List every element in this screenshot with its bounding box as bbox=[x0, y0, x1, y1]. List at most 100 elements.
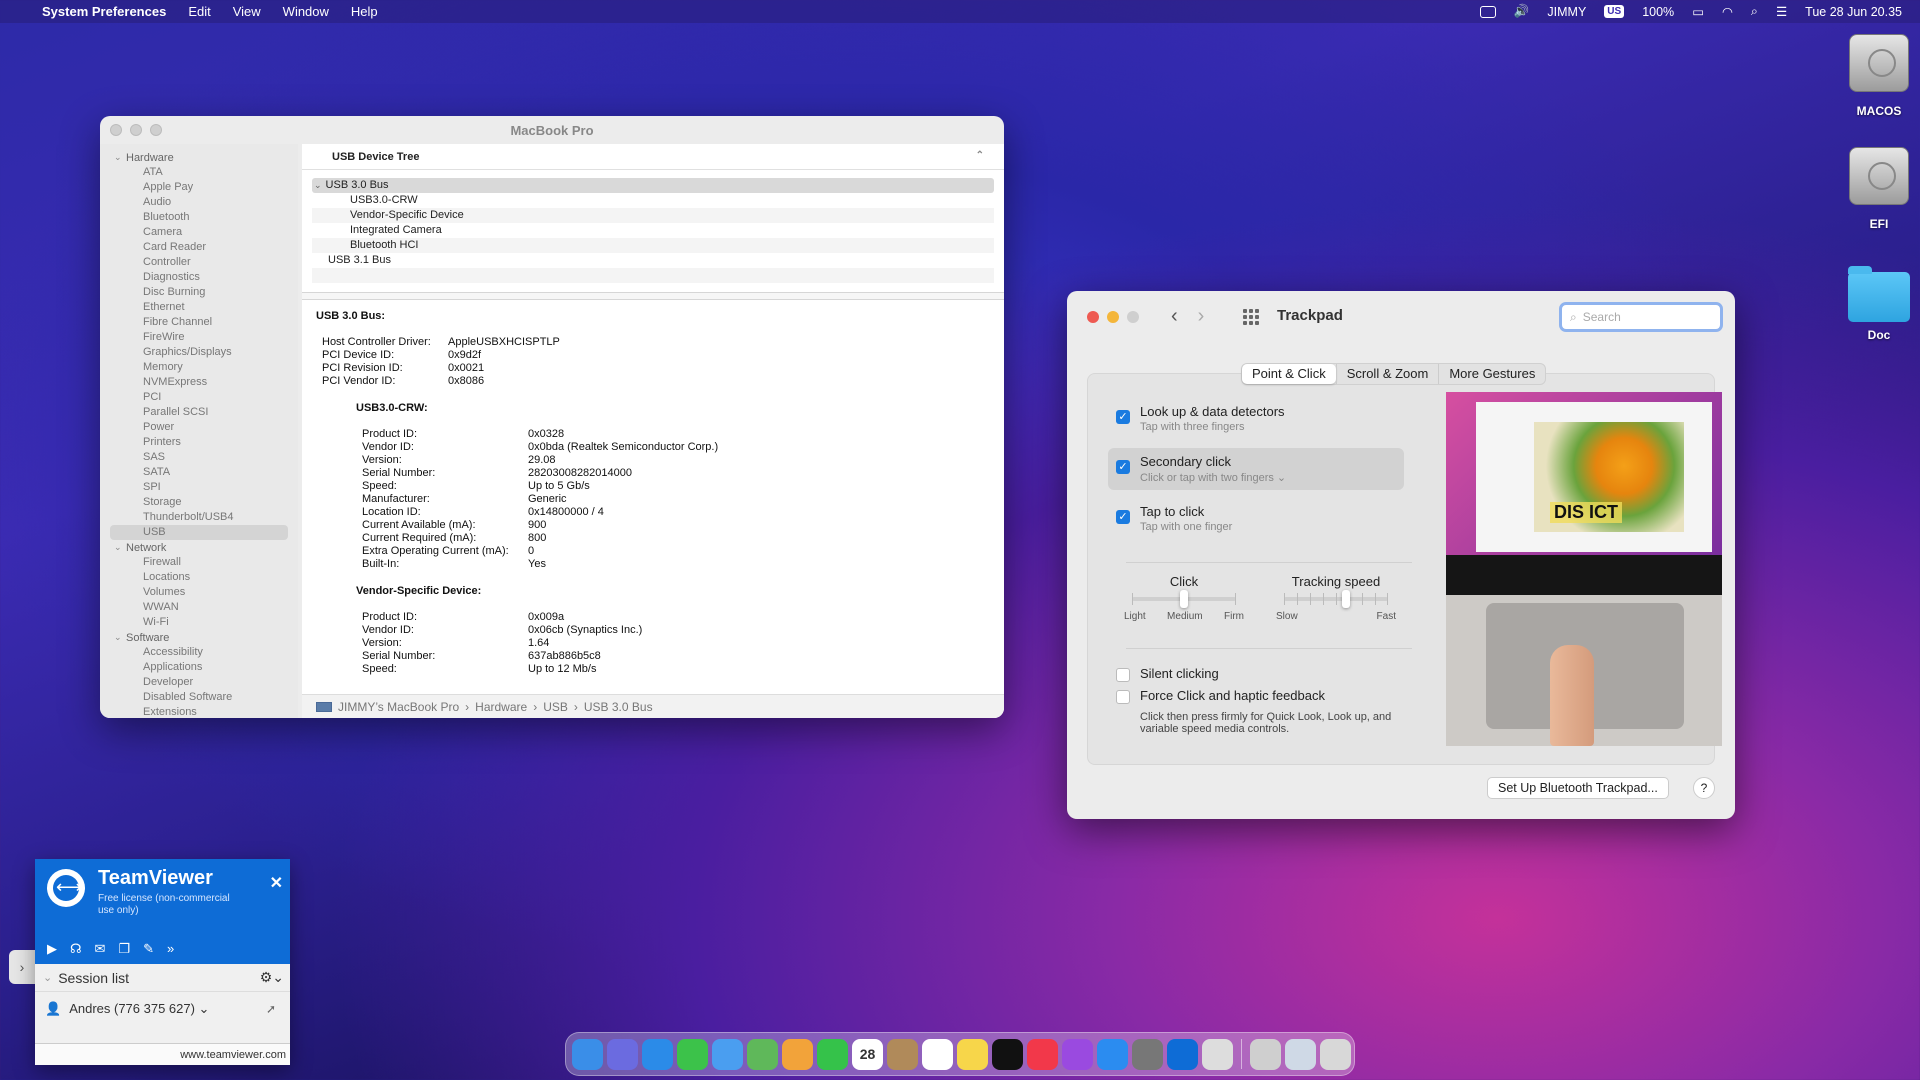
tab-more-gestures[interactable]: More Gestures bbox=[1438, 364, 1545, 384]
checkbox-checked[interactable]: ✓ bbox=[1116, 410, 1130, 424]
close-button[interactable] bbox=[1087, 311, 1099, 323]
zoom-button[interactable] bbox=[1127, 311, 1139, 323]
tab-point-click[interactable]: Point & Click bbox=[1242, 364, 1336, 384]
gear-icon[interactable]: ⚙⌄ bbox=[260, 969, 284, 986]
battery-icon[interactable]: ▭ bbox=[1692, 4, 1704, 19]
breadcrumb-item[interactable]: USB bbox=[543, 700, 568, 714]
launchpad-icon[interactable] bbox=[607, 1038, 638, 1070]
show-all-icon[interactable] bbox=[1243, 309, 1259, 325]
sidebar-item[interactable]: Locations bbox=[100, 570, 298, 585]
click-slider[interactable]: Click Light Medium Firm bbox=[1124, 574, 1244, 622]
option-look-up[interactable]: ✓ Look up & data detectors Tap with thre… bbox=[1108, 398, 1404, 439]
sidebar-item[interactable]: Fibre Channel bbox=[100, 315, 298, 330]
window-titlebar[interactable]: MacBook Pro bbox=[100, 116, 1004, 144]
close-icon[interactable]: ✕ bbox=[270, 873, 283, 893]
sidebar-item[interactable]: Camera bbox=[100, 225, 298, 240]
reminders-icon[interactable] bbox=[922, 1038, 953, 1070]
sidebar-item[interactable]: Ethernet bbox=[100, 300, 298, 315]
sidebar-item[interactable]: USB bbox=[110, 525, 288, 540]
menu-window[interactable]: Window bbox=[283, 4, 329, 19]
tab-scroll-zoom[interactable]: Scroll & Zoom bbox=[1335, 364, 1439, 384]
cursor-icon[interactable]: ➚ bbox=[266, 1002, 276, 1016]
expand-panel-button[interactable]: › bbox=[9, 950, 35, 984]
teamviewer-icon[interactable] bbox=[1167, 1038, 1198, 1070]
sidebar-item[interactable]: Memory bbox=[100, 360, 298, 375]
close-button[interactable] bbox=[110, 124, 122, 136]
breadcrumb-item[interactable]: JIMMY’s MacBook Pro bbox=[338, 700, 459, 714]
chevron-down-icon[interactable]: ⌄ bbox=[314, 180, 322, 190]
mail-icon[interactable] bbox=[712, 1038, 743, 1070]
maps-icon[interactable] bbox=[747, 1038, 778, 1070]
menu-app-name[interactable]: System Preferences bbox=[42, 4, 166, 19]
back-icon[interactable]: ‹ bbox=[1171, 305, 1178, 328]
sidebar-item[interactable]: Thunderbolt/USB4 bbox=[100, 510, 298, 525]
sidebar-item[interactable]: Extensions bbox=[100, 705, 298, 718]
sidebar-item[interactable]: SAS bbox=[100, 450, 298, 465]
breadcrumb-item[interactable]: USB 3.0 Bus bbox=[584, 700, 653, 714]
slider-track[interactable] bbox=[1132, 590, 1236, 608]
activity-icon[interactable] bbox=[1479, 5, 1496, 18]
tree-row[interactable]: USB3.0-CRW bbox=[312, 193, 994, 208]
sidebar-item[interactable]: Power bbox=[100, 420, 298, 435]
sidebar-item[interactable]: SATA bbox=[100, 465, 298, 480]
documents-icon[interactable] bbox=[1250, 1038, 1281, 1070]
sidebar-item[interactable]: Bluetooth bbox=[100, 210, 298, 225]
split-divider[interactable] bbox=[302, 292, 1004, 300]
sidebar-item[interactable]: Storage bbox=[100, 495, 298, 510]
teamviewer-url[interactable]: www.teamviewer.com bbox=[35, 1043, 290, 1065]
tree-row[interactable]: Bluetooth HCI bbox=[312, 238, 994, 253]
files-icon[interactable]: ❐ bbox=[118, 941, 130, 957]
minimize-button[interactable] bbox=[1107, 311, 1119, 323]
trash-icon[interactable] bbox=[1320, 1038, 1351, 1070]
session-item[interactable]: 👤 Andres (776 375 627) ⌄ ➚ bbox=[35, 992, 290, 1026]
option-subtitle-dropdown[interactable]: Click or tap with two fingers ⌄ bbox=[1140, 471, 1286, 484]
tracking-speed-slider[interactable]: Tracking speed Slow Fast bbox=[1276, 574, 1396, 622]
finder-icon[interactable] bbox=[572, 1038, 603, 1070]
checkbox-unchecked[interactable] bbox=[1116, 690, 1130, 704]
minimize-button[interactable] bbox=[130, 124, 142, 136]
sidebar-item[interactable]: SPI bbox=[100, 480, 298, 495]
menu-help[interactable]: Help bbox=[351, 4, 378, 19]
more-icon[interactable]: » bbox=[167, 941, 174, 957]
sidebar-group[interactable]: ⌄ Software bbox=[100, 630, 298, 645]
preview-icon[interactable] bbox=[1202, 1038, 1233, 1070]
sidebar-item[interactable]: FireWire bbox=[100, 330, 298, 345]
sidebar-item[interactable]: Firewall bbox=[100, 555, 298, 570]
sidebar-item[interactable]: Diagnostics bbox=[100, 270, 298, 285]
tree-row[interactable]: Integrated Camera bbox=[312, 223, 994, 238]
sidebar-item[interactable]: PCI bbox=[100, 390, 298, 405]
sidebar-item[interactable]: Applications bbox=[100, 660, 298, 675]
sidebar-item[interactable]: Printers bbox=[100, 435, 298, 450]
headset-icon[interactable]: ☊ bbox=[70, 941, 82, 957]
zoom-button[interactable] bbox=[150, 124, 162, 136]
wifi-icon[interactable]: ◠ bbox=[1722, 4, 1733, 19]
facetime-icon[interactable] bbox=[817, 1038, 848, 1070]
option-force-click[interactable]: Force Click and haptic feedback Click th… bbox=[1108, 678, 1428, 741]
calendar-icon[interactable]: 28 bbox=[852, 1038, 883, 1070]
tree-row[interactable]: Vendor-Specific Device bbox=[312, 208, 994, 223]
app-store-icon[interactable] bbox=[1097, 1038, 1128, 1070]
checkbox-checked[interactable]: ✓ bbox=[1116, 460, 1130, 474]
music-icon[interactable] bbox=[1027, 1038, 1058, 1070]
downloads-icon[interactable] bbox=[1285, 1038, 1316, 1070]
sidebar-item[interactable]: Accessibility bbox=[100, 645, 298, 660]
option-secondary-click[interactable]: ✓ Secondary click Click or tap with two … bbox=[1108, 448, 1404, 490]
photos-icon[interactable] bbox=[782, 1038, 813, 1070]
sidebar-item[interactable]: Volumes bbox=[100, 585, 298, 600]
tv-icon[interactable] bbox=[992, 1038, 1023, 1070]
chevron-up-icon[interactable]: ⌃ bbox=[976, 150, 984, 161]
tools-icon[interactable]: ✎ bbox=[143, 941, 154, 957]
checkbox-checked[interactable]: ✓ bbox=[1116, 510, 1130, 524]
sidebar-item[interactable]: ATA bbox=[100, 165, 298, 180]
volume-icon[interactable]: 🔊 bbox=[1514, 4, 1530, 19]
sidebar-item[interactable]: Parallel SCSI bbox=[100, 405, 298, 420]
sidebar-item[interactable]: Disabled Software bbox=[100, 690, 298, 705]
sidebar-item[interactable]: Card Reader bbox=[100, 240, 298, 255]
slider-knob[interactable] bbox=[1180, 590, 1188, 608]
video-icon[interactable]: ▶ bbox=[47, 941, 57, 957]
menu-edit[interactable]: Edit bbox=[188, 4, 210, 19]
input-source[interactable]: US bbox=[1604, 5, 1625, 18]
podcasts-icon[interactable] bbox=[1062, 1038, 1093, 1070]
sidebar-group[interactable]: ⌄ Hardware bbox=[100, 150, 298, 165]
contacts-icon[interactable] bbox=[887, 1038, 918, 1070]
